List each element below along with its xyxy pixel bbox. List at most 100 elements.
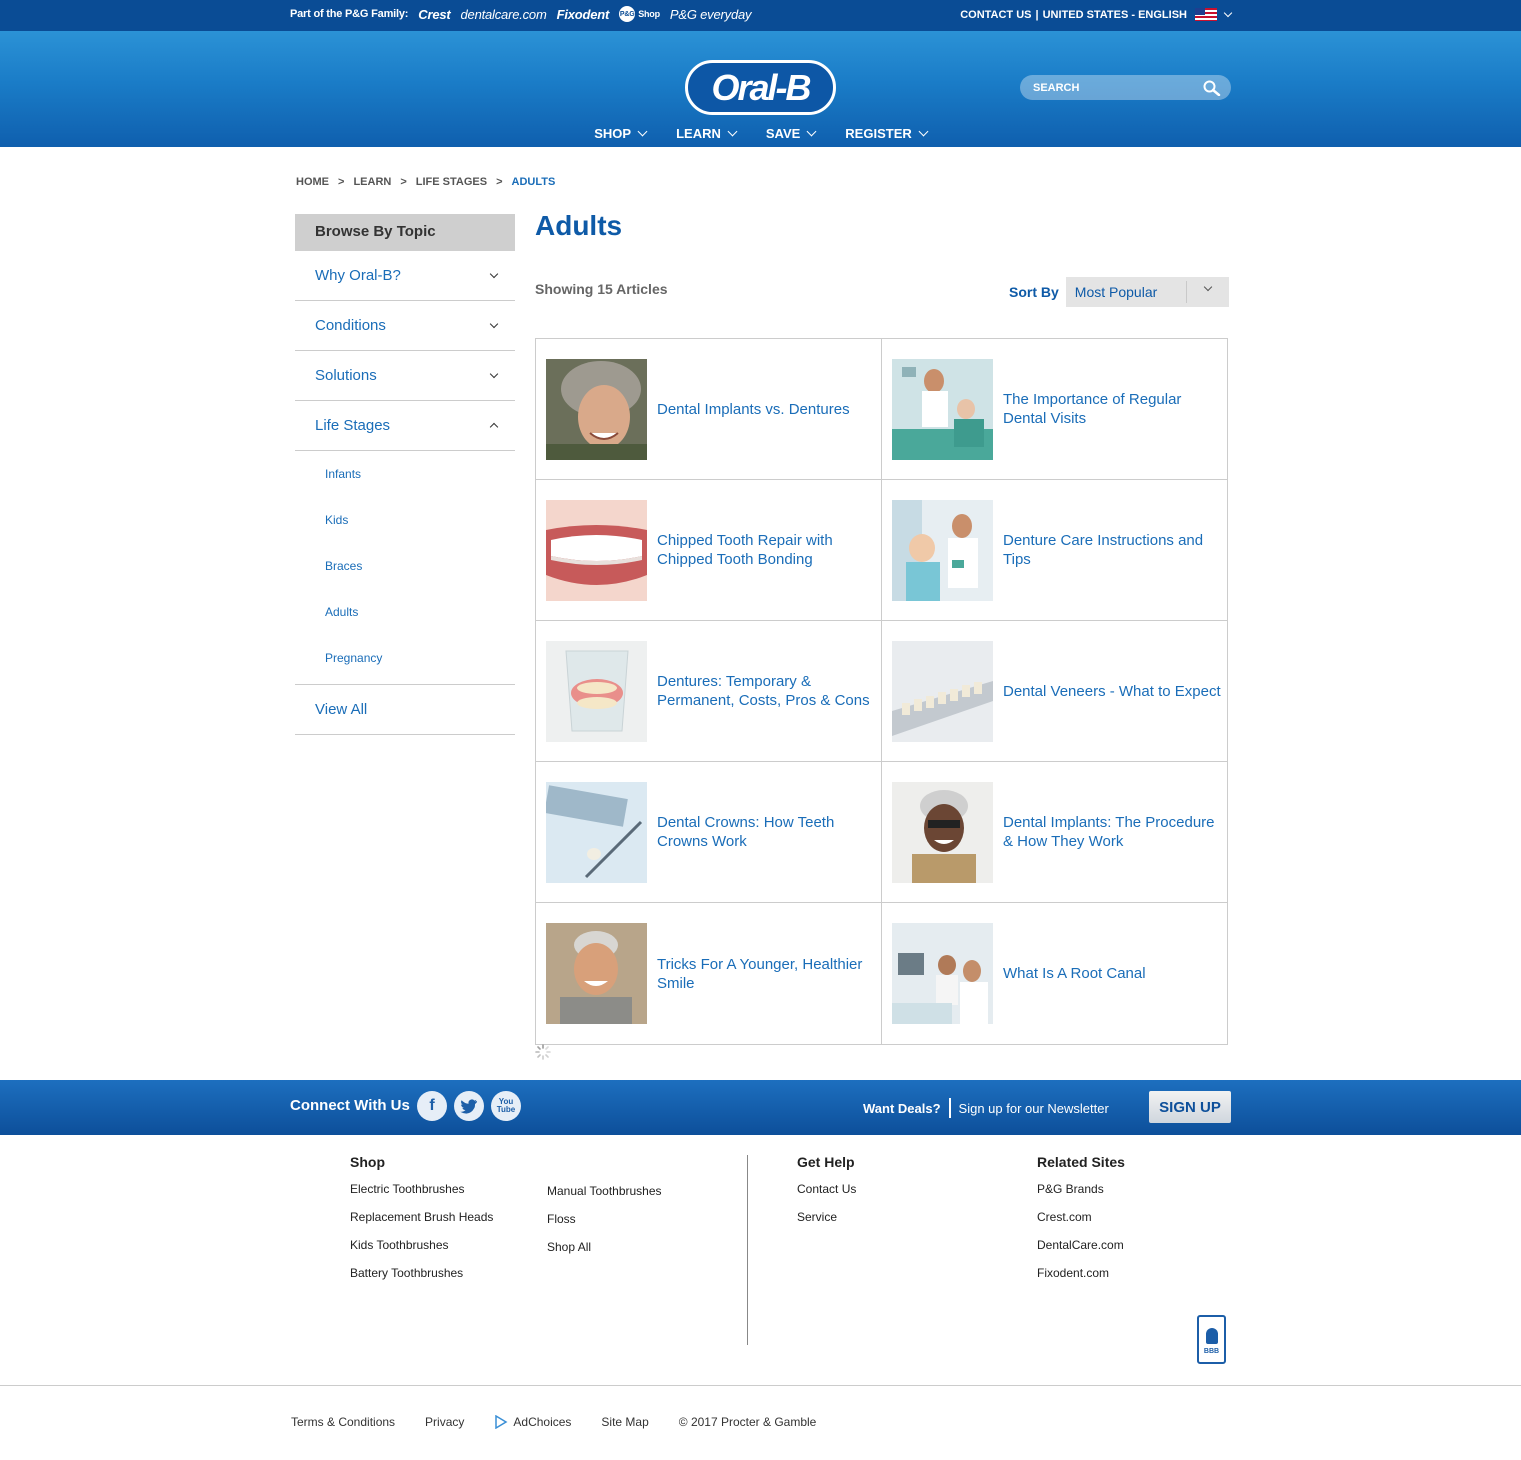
sidebar-subitem-adults[interactable]: Adults	[295, 589, 515, 635]
article-thumbnail[interactable]	[546, 499, 647, 601]
topic-sidebar: Browse By Topic Why Oral-B? Conditions S…	[295, 214, 515, 735]
article-title[interactable]: Dental Crowns: How Teeth Crowns Work	[657, 813, 881, 851]
sidebar-subitem-pregnancy[interactable]: Pregnancy	[295, 635, 515, 681]
article-thumbnail[interactable]	[892, 499, 993, 601]
article-title[interactable]: Dental Implants: The Procedure & How The…	[1003, 813, 1227, 851]
chevron-down-icon	[489, 269, 499, 278]
article-title[interactable]: Dentures: Temporary & Permanent, Costs, …	[657, 672, 881, 710]
article-title[interactable]: What Is A Root Canal	[1003, 964, 1150, 983]
sidebar-item-life-stages[interactable]: Life Stages	[295, 401, 515, 451]
twitter-icon[interactable]	[454, 1091, 484, 1121]
article-card[interactable]: Denture Care Instructions and Tips	[882, 480, 1227, 621]
chevron-down-icon	[489, 319, 499, 328]
article-card[interactable]: Dental Veneers - What to Expect	[882, 621, 1227, 762]
article-card[interactable]: Dental Crowns: How Teeth Crowns Work	[536, 762, 882, 903]
footer-link[interactable]: Shop All	[547, 1238, 662, 1266]
youtube-icon[interactable]: You Tube	[491, 1091, 521, 1121]
privacy-link[interactable]: Privacy	[425, 1415, 464, 1429]
adchoices-link[interactable]: AdChoices	[494, 1415, 571, 1429]
article-card[interactable]: Dental Implants: The Procedure & How The…	[882, 762, 1227, 903]
pgshop-label: Shop	[638, 9, 660, 19]
breadcrumb-current: ADULTS	[511, 176, 556, 188]
loading-spinner-icon	[535, 1044, 551, 1060]
footer-link[interactable]: Service	[797, 1208, 856, 1236]
article-thumbnail[interactable]	[546, 923, 647, 1024]
chevron-down-icon[interactable]	[1223, 8, 1233, 17]
bbb-badge-icon[interactable]: BBB	[1197, 1315, 1226, 1364]
footer-link[interactable]: Kids Toothbrushes	[350, 1236, 493, 1264]
breadcrumb-separator: >	[400, 176, 407, 188]
page-title: Adults	[535, 210, 623, 241]
nav-register-label: REGISTER	[845, 126, 912, 141]
article-thumbnail[interactable]	[892, 923, 993, 1024]
article-thumbnail[interactable]	[892, 358, 993, 460]
connect-heading: Connect With Us	[290, 1097, 410, 1114]
article-title[interactable]: The Importance of Regular Dental Visits	[1003, 390, 1227, 428]
footer-link[interactable]: Replacement Brush Heads	[350, 1208, 493, 1236]
article-card[interactable]: Chipped Tooth Repair with Chipped Tooth …	[536, 480, 882, 621]
breadcrumb-life-stages[interactable]: LIFE STAGES	[416, 176, 487, 188]
footer-link[interactable]: Battery Toothbrushes	[350, 1264, 493, 1292]
pg-logo-icon: P&G	[619, 6, 636, 22]
sort-label: Sort By	[1009, 284, 1059, 300]
article-title[interactable]: Tricks For A Younger, Healthier Smile	[657, 955, 881, 993]
breadcrumb-home[interactable]: HOME	[296, 176, 329, 188]
brand-pgeveryday-link[interactable]: P&G everyday	[670, 7, 752, 22]
nav-save[interactable]: SAVE	[766, 126, 817, 141]
signup-button[interactable]: SIGN UP	[1149, 1091, 1231, 1123]
family-label: Part of the P&G Family:	[290, 8, 409, 20]
newsletter-label: Sign up for our Newsletter	[958, 1100, 1109, 1116]
facebook-icon[interactable]: f	[417, 1091, 447, 1121]
article-thumbnail[interactable]	[546, 640, 647, 742]
article-title[interactable]: Dental Veneers - What to Expect	[1003, 682, 1225, 701]
sidebar-item-why-oralb[interactable]: Why Oral-B?	[295, 251, 515, 301]
sidebar-view-all[interactable]: View All	[295, 685, 515, 735]
search-input[interactable]	[1033, 81, 1193, 94]
footer-link[interactable]: Floss	[547, 1210, 662, 1238]
footer-link[interactable]: P&G Brands	[1037, 1180, 1125, 1208]
legal-links: Terms & Conditions Privacy AdChoices Sit…	[291, 1415, 816, 1429]
breadcrumb-learn[interactable]: LEARN	[353, 176, 391, 188]
brand-dentalcare-link[interactable]: dentalcare.com	[461, 7, 547, 22]
brand-crest-link[interactable]: Crest	[418, 7, 450, 22]
region-selector[interactable]: UNITED STATES - ENGLISH	[1043, 9, 1187, 21]
search-icon[interactable]	[1203, 80, 1221, 96]
article-card[interactable]: The Importance of Regular Dental Visits	[882, 339, 1227, 480]
sidebar-subitem-infants[interactable]: Infants	[295, 451, 515, 497]
sidebar-subitem-kids[interactable]: Kids	[295, 497, 515, 543]
footer-link[interactable]: Manual Toothbrushes	[547, 1182, 662, 1210]
article-thumbnail[interactable]	[546, 358, 647, 460]
footer-link[interactable]: Electric Toothbrushes	[350, 1180, 493, 1208]
terms-link[interactable]: Terms & Conditions	[291, 1415, 395, 1429]
oralb-logo[interactable]: Oral-B	[685, 60, 836, 115]
footer-link[interactable]: Contact Us	[797, 1180, 856, 1208]
nav-shop[interactable]: SHOP	[594, 126, 648, 141]
brand-fixodent-link[interactable]: Fixodent	[557, 7, 610, 22]
footer-link[interactable]: Crest.com	[1037, 1208, 1125, 1236]
article-thumbnail[interactable]	[892, 640, 993, 742]
contact-us-link[interactable]: CONTACT US	[960, 9, 1031, 21]
nav-register[interactable]: REGISTER	[845, 126, 929, 141]
sort-select[interactable]: Most Popular	[1065, 277, 1229, 307]
article-title[interactable]: Denture Care Instructions and Tips	[1003, 531, 1227, 569]
article-card[interactable]: Tricks For A Younger, Healthier Smile	[536, 903, 882, 1044]
article-card[interactable]: Dentures: Temporary & Permanent, Costs, …	[536, 621, 882, 762]
sidebar-subitem-braces[interactable]: Braces	[295, 543, 515, 589]
article-thumbnail[interactable]	[546, 781, 647, 883]
sidebar-item-conditions[interactable]: Conditions	[295, 301, 515, 351]
article-thumbnail[interactable]	[892, 781, 993, 883]
chevron-down-icon	[1203, 282, 1213, 292]
sitemap-link[interactable]: Site Map	[601, 1415, 648, 1429]
brand-pgshop-link[interactable]: P&G Shop	[619, 6, 660, 22]
article-title[interactable]: Chipped Tooth Repair with Chipped Tooth …	[657, 531, 881, 569]
article-card[interactable]: Dental Implants vs. Dentures	[536, 339, 882, 480]
nav-learn[interactable]: LEARN	[676, 126, 738, 141]
article-card[interactable]: What Is A Root Canal	[882, 903, 1227, 1044]
sidebar-item-solutions[interactable]: Solutions	[295, 351, 515, 401]
footer-shop: Shop Electric Toothbrushes Replacement B…	[350, 1154, 493, 1292]
article-title[interactable]: Dental Implants vs. Dentures	[657, 400, 854, 419]
sort-value: Most Popular	[1074, 284, 1158, 300]
footer-link[interactable]: DentalCare.com	[1037, 1236, 1125, 1264]
footer-link[interactable]: Fixodent.com	[1037, 1264, 1125, 1292]
adchoices-label: AdChoices	[513, 1415, 572, 1429]
